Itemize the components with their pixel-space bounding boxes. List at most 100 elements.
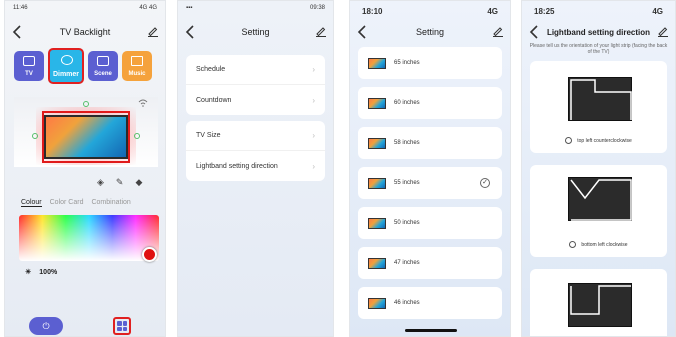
page-title: Lightband setting direction bbox=[546, 27, 651, 37]
radio-button[interactable] bbox=[565, 137, 573, 144]
direction-card-2[interactable]: bottom left clockwise bbox=[530, 165, 667, 257]
instruction-text: Please tell us the orientation of your l… bbox=[529, 43, 668, 55]
tile-dimmer[interactable]: Dimmer bbox=[48, 48, 84, 84]
size-option-65[interactable]: 65 inches bbox=[358, 47, 502, 79]
page-title: Setting bbox=[415, 27, 445, 37]
radio-button[interactable] bbox=[569, 241, 577, 248]
tile-tv[interactable]: TV bbox=[14, 51, 44, 81]
status-icons: 4G bbox=[652, 7, 663, 16]
grid-menu-button[interactable] bbox=[113, 317, 131, 335]
setting-label: TV Size bbox=[196, 132, 221, 139]
back-icon[interactable] bbox=[184, 24, 198, 40]
tv-thumbnail bbox=[368, 217, 386, 229]
color-tabs: Colour Color Card Combination bbox=[21, 199, 131, 207]
strip-path-diagram bbox=[570, 79, 632, 120]
size-option-58[interactable]: 58 inches bbox=[358, 127, 502, 159]
setting-lightband-direction[interactable]: Lightband setting direction › bbox=[186, 151, 325, 181]
edit-icon[interactable] bbox=[657, 25, 669, 37]
status-icons: 4G 4G bbox=[139, 5, 157, 11]
check-circle-icon: ✓ bbox=[480, 178, 490, 188]
setting-label: Lightband setting direction bbox=[196, 162, 278, 170]
option-label: top left counterclockwise bbox=[577, 137, 632, 144]
mode-tiles: TV Dimmer Scene Music bbox=[14, 48, 152, 84]
size-label: 65 inches bbox=[394, 60, 420, 66]
size-label: 46 inches bbox=[394, 300, 420, 306]
color-spectrum[interactable] bbox=[19, 215, 159, 261]
tv-thumbnail bbox=[368, 57, 386, 69]
status-icons: 4G bbox=[487, 7, 498, 16]
tile-label: Scene bbox=[94, 71, 112, 77]
color-picker-handle[interactable] bbox=[142, 247, 157, 262]
size-option-50[interactable]: 50 inches bbox=[358, 207, 502, 239]
phone-setting: ▪▪▪ 09:38 Setting Schedule › Countdown › T… bbox=[177, 0, 334, 337]
bucket-icon[interactable]: ◈ bbox=[97, 177, 104, 188]
option-top-left-ccw[interactable]: top left counterclockwise bbox=[530, 137, 667, 144]
highlight-strip-bottom bbox=[42, 161, 130, 163]
option-bottom-left-cw[interactable]: bottom left clockwise bbox=[530, 241, 667, 248]
wifi-icon bbox=[138, 99, 148, 107]
tv-thumbnail bbox=[368, 257, 386, 269]
tab-combination[interactable]: Combination bbox=[91, 199, 130, 207]
highlight-strip-top bbox=[42, 111, 130, 113]
back-icon[interactable] bbox=[356, 24, 370, 40]
chevron-right-icon: › bbox=[312, 95, 315, 105]
tab-color-card[interactable]: Color Card bbox=[50, 199, 84, 207]
tv-thumbnail bbox=[368, 97, 386, 109]
tv-thumbnail bbox=[368, 177, 386, 189]
size-option-46[interactable]: 46 inches bbox=[358, 287, 502, 319]
phone-lightband-direction: 18:25 4G Lightband setting direction Ple… bbox=[521, 0, 676, 337]
status-time: 11:46 bbox=[13, 5, 28, 11]
tv-diagram bbox=[568, 177, 632, 221]
setting-countdown[interactable]: Countdown › bbox=[186, 85, 325, 115]
size-label: 55 inches bbox=[394, 180, 420, 186]
tv-icon bbox=[23, 56, 35, 66]
back-icon[interactable] bbox=[11, 24, 25, 40]
setting-schedule[interactable]: Schedule › bbox=[186, 55, 325, 85]
direction-card-3[interactable] bbox=[530, 269, 667, 336]
settings-group-2: TV Size › Lightband setting direction › bbox=[186, 121, 325, 181]
edit-icon[interactable] bbox=[147, 25, 159, 37]
palette-icon bbox=[61, 55, 73, 65]
setting-tv-size[interactable]: TV Size › bbox=[186, 121, 325, 151]
highlight-strip-right bbox=[128, 111, 130, 163]
nav-bar: Setting bbox=[178, 21, 333, 43]
status-icons-left: ▪▪▪ bbox=[186, 5, 193, 11]
setting-label: Countdown bbox=[196, 96, 232, 104]
bottom-bar: ⏻ bbox=[5, 315, 165, 336]
grid-icon-cell bbox=[117, 326, 122, 331]
direction-card-1[interactable]: top left counterclockwise bbox=[530, 61, 667, 153]
size-option-47[interactable]: 47 inches bbox=[358, 247, 502, 279]
tv-screen-image bbox=[44, 115, 128, 159]
chevron-right-icon: › bbox=[312, 161, 315, 171]
status-bar: 18:10 4G bbox=[350, 1, 510, 19]
tv-diagram bbox=[568, 283, 632, 327]
segment-marker-right[interactable] bbox=[134, 133, 140, 139]
tile-label: Dimmer bbox=[52, 71, 80, 78]
edit-icon[interactable] bbox=[492, 25, 504, 37]
back-icon[interactable] bbox=[528, 24, 542, 40]
edit-icon[interactable] bbox=[315, 25, 327, 37]
size-option-55[interactable]: 55 inches ✓ bbox=[358, 167, 502, 199]
segment-marker-left[interactable] bbox=[32, 133, 38, 139]
status-bar: ▪▪▪ 09:38 bbox=[178, 1, 333, 17]
brightness-value: 100% bbox=[39, 268, 58, 276]
music-icon bbox=[131, 56, 143, 66]
power-button[interactable]: ⏻ bbox=[29, 317, 63, 335]
brush-icon[interactable]: ✎ bbox=[116, 177, 124, 188]
tv-thumbnail bbox=[368, 137, 386, 149]
tv-preview bbox=[14, 97, 158, 167]
size-label: 47 inches bbox=[394, 260, 420, 266]
scene-icon bbox=[97, 56, 109, 66]
nav-bar: Setting bbox=[350, 21, 510, 43]
chevron-right-icon: › bbox=[312, 65, 315, 74]
tile-scene[interactable]: Scene bbox=[88, 51, 118, 81]
home-indicator bbox=[405, 329, 457, 332]
screenshot-collage: 11:46 4G 4G TV Backlight TV Dimmer Scene… bbox=[0, 0, 676, 337]
brightness-row: ☀ 100% bbox=[25, 268, 58, 277]
tab-colour[interactable]: Colour bbox=[21, 199, 42, 207]
tool-row: ◈ ✎ ◆ bbox=[97, 177, 142, 188]
eraser-icon[interactable]: ◆ bbox=[135, 177, 142, 188]
segment-marker-top[interactable] bbox=[83, 101, 89, 107]
tile-music[interactable]: Music bbox=[122, 51, 152, 81]
size-option-60[interactable]: 60 inches bbox=[358, 87, 502, 119]
